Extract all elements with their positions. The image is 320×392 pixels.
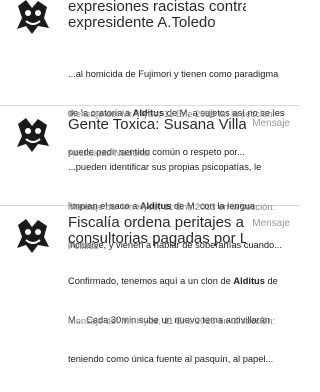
title-line: expresiones racistas contra [68, 0, 246, 15]
title-line: consultorias pagadas por Lima [68, 230, 246, 247]
highlighted-term: Alditus [233, 276, 265, 286]
snippet-line: Confirmado, tenemos aquí a un clon de Al… [68, 276, 278, 286]
cartoon-avatar-icon [17, 0, 49, 34]
result-title[interactable]: expresiones racistas contra expresidente… [68, 0, 246, 31]
snippet-line: ...pueden identificar sus propias psicop… [68, 162, 262, 172]
search-results-list: expresiones racistas contra expresidente… [0, 0, 300, 364]
result-card[interactable]: Fiscalía ordena peritajes a consultorias… [0, 206, 300, 364]
message-badge: Mensaje [252, 218, 290, 229]
snippet-line: ...al homicida de Fujimori y tienen como… [68, 69, 279, 79]
result-meta: Mensaje de: Mr. Hyde, 11 Ene 2013 en la … [68, 289, 296, 354]
snippet-line: teniendo como única fuente al pasquín, a… [68, 354, 274, 364]
cartoon-avatar-icon [17, 219, 49, 253]
result-card[interactable]: Gente Toxica: Susana Villaran?! Mensaje … [0, 106, 300, 251]
title-line: Fiscalía ordena peritajes a [68, 215, 244, 231]
title-line: expresidente A.Toledo [68, 14, 216, 31]
cartoon-avatar-icon [17, 118, 49, 152]
result-title[interactable]: Gente Toxica: Susana Villaran?! [68, 117, 246, 133]
result-card[interactable]: expresiones racistas contra expresidente… [0, 0, 300, 158]
title-line: Gente Toxica: Susana Villaran?! [68, 117, 246, 133]
meta-line: Mensaje de: Mr. Hyde, 11 Ene 2013 en la … [68, 316, 276, 326]
message-badge: Mensaje [252, 118, 290, 129]
result-title[interactable]: Fiscalía ordena peritajes a consultorias… [68, 215, 246, 247]
